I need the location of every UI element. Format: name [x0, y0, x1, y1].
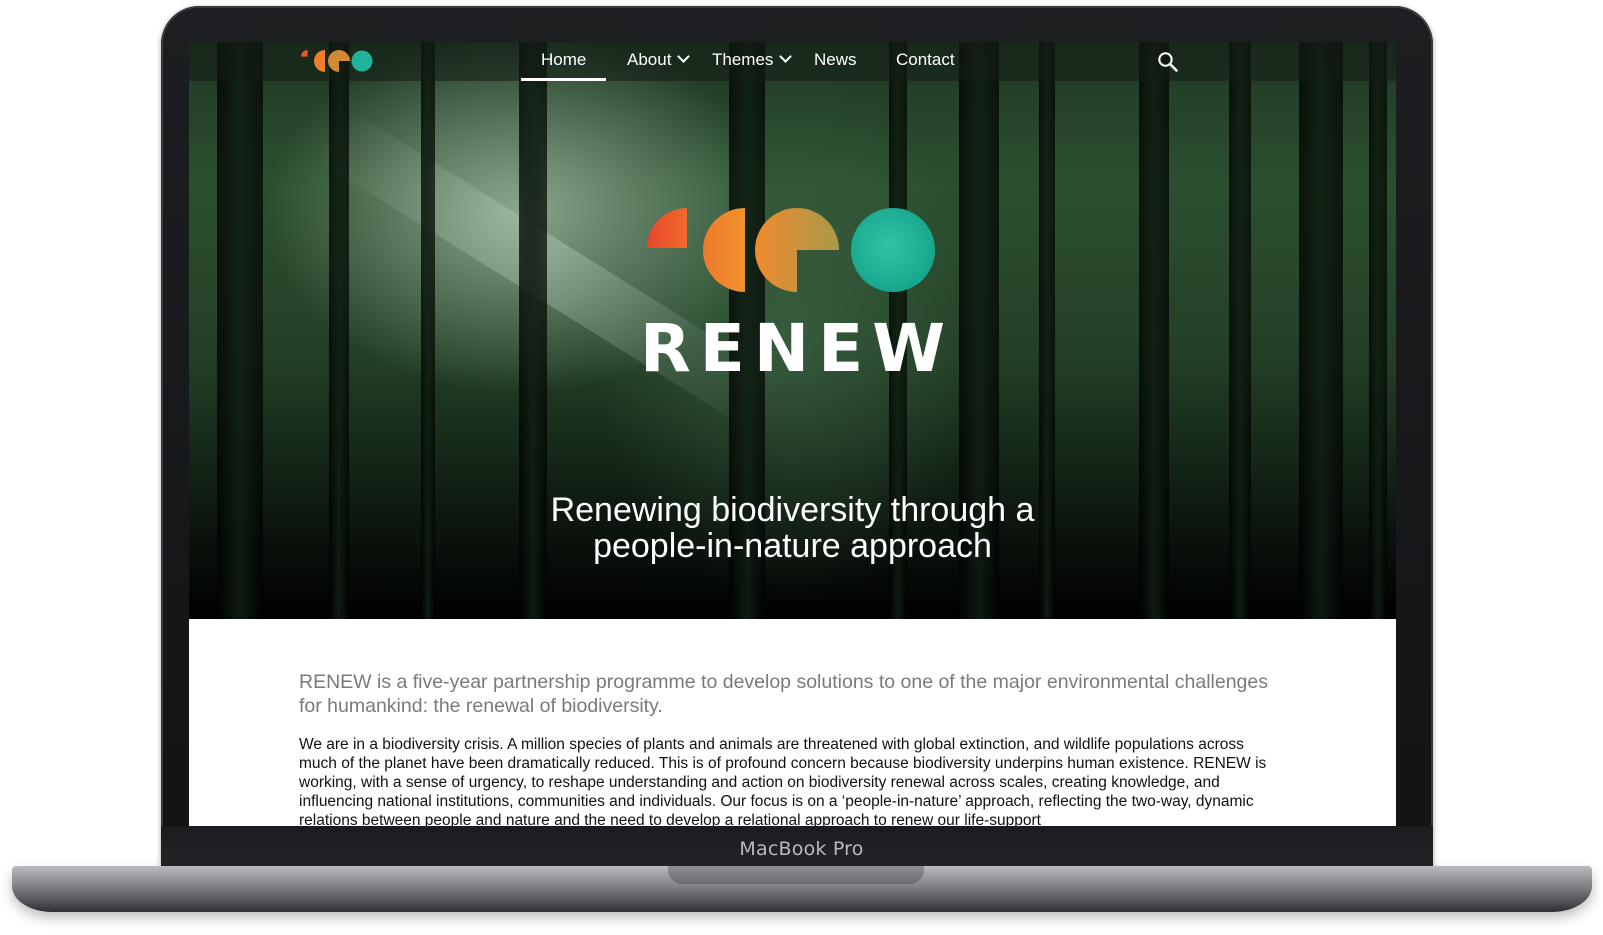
intro-lead: RENEW is a five-year partnership program… [299, 671, 1268, 717]
search-icon[interactable] [1157, 51, 1179, 73]
nav-home-label: Home [541, 50, 587, 69]
nav-news[interactable]: News [814, 42, 857, 81]
hero-tagline-line-2: people-in-nature approach [593, 527, 992, 565]
chevron-down-icon [779, 50, 793, 63]
renew-hero-logo-icon [647, 208, 935, 292]
laptop-notch [668, 866, 924, 884]
hero-banner: Home About Themes News Contact RENEW Ren… [189, 42, 1396, 619]
nav-home[interactable]: Home [520, 42, 607, 81]
nav-contact[interactable]: Contact [896, 42, 955, 81]
hero-tagline: Renewing biodiversity through a people-i… [189, 492, 1396, 564]
intro-paragraph: We are in a biodiversity crisis. A milli… [299, 736, 1267, 826]
screen: Home About Themes News Contact RENEW Ren… [189, 42, 1396, 826]
nav-news-label: News [814, 50, 857, 69]
renew-logo-icon[interactable] [301, 50, 373, 72]
nav-contact-label: Contact [896, 50, 955, 69]
top-nav: Home About Themes News Contact [189, 42, 1396, 81]
hero-tagline-line-1: Renewing biodiversity through a [550, 491, 1035, 529]
chevron-down-icon [677, 50, 691, 63]
hero-brand-title: RENEW [639, 310, 955, 387]
nav-themes-label: Themes [712, 50, 774, 69]
intro-section: RENEW is a five-year partnership program… [299, 670, 1289, 826]
device-label: MacBook Pro [739, 838, 864, 860]
nav-about[interactable]: About [627, 42, 691, 81]
nav-about-label: About [627, 50, 672, 69]
nav-themes[interactable]: Themes [712, 42, 793, 81]
